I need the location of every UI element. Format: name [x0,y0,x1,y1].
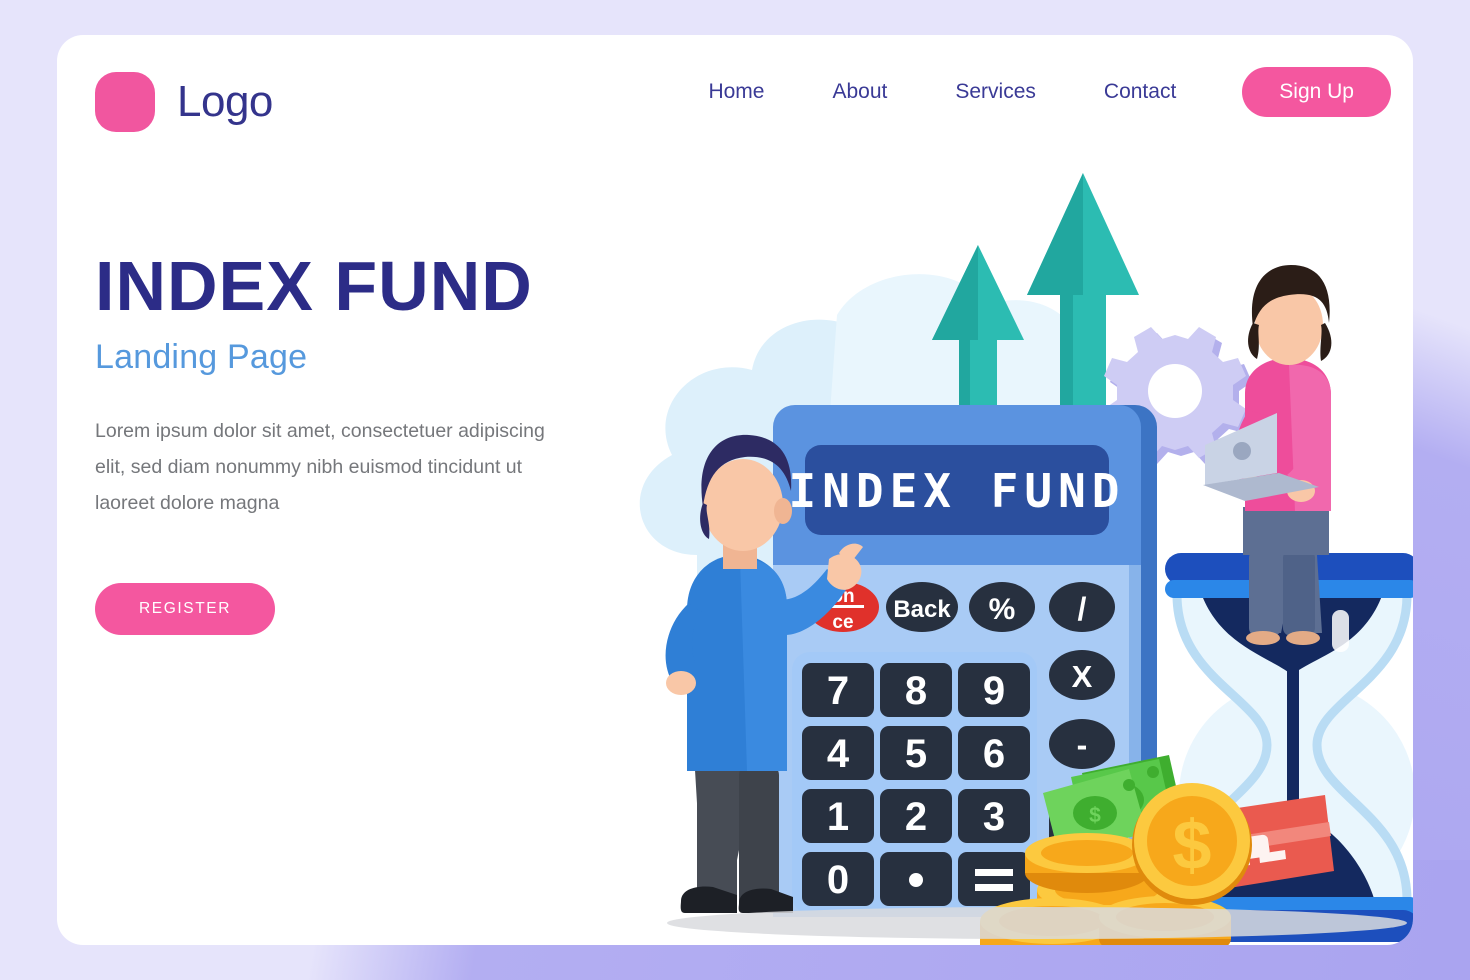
svg-text:8: 8 [905,669,927,713]
svg-text:0: 0 [827,858,849,902]
landing-page-card: Logo Home About Services Contact Sign Up… [57,35,1413,945]
ground-shadow [667,907,1407,939]
svg-text:Back: Back [893,596,951,623]
brand-logo[interactable]: Logo [95,72,273,132]
page-canvas: Logo Home About Services Contact Sign Up… [0,0,1470,980]
page-title: INDEX FUND [95,247,533,325]
page-subtitle: Landing Page [95,337,308,376]
svg-text:6: 6 [983,732,1005,776]
calculator-display-text: INDEX FUND [789,464,1126,518]
svg-text:2: 2 [905,795,927,839]
svg-text:9: 9 [983,669,1005,713]
sign-up-button[interactable]: Sign Up [1242,67,1391,117]
hero-paragraph: Lorem ipsum dolor sit amet, consectetuer… [95,419,545,514]
nav-item-home[interactable]: Home [674,80,798,104]
dollar-coin: $ [1132,783,1252,905]
nav-item-contact[interactable]: Contact [1070,80,1210,104]
svg-text:%: % [989,593,1016,626]
nav-item-services[interactable]: Services [921,80,1070,104]
svg-text:ce: ce [832,612,853,633]
svg-text:-: - [1077,727,1088,763]
main-navigation: Home About Services Contact Sign Up [674,67,1391,117]
svg-text:1: 1 [827,795,849,839]
register-button[interactable]: REGISTER [95,582,276,635]
svg-text:$: $ [1173,806,1212,884]
svg-text:5: 5 [905,732,927,776]
svg-text:3: 3 [983,795,1005,839]
logo-mark-icon [95,72,155,132]
nav-item-about[interactable]: About [798,80,921,104]
site-header: Logo Home About Services Contact Sign Up [57,35,1413,165]
hero-illustration: INDEX FUND on ce Back % / X - 7 8 9 4 5 … [577,155,1413,945]
logo-text: Logo [177,77,273,126]
svg-text:7: 7 [827,669,849,713]
svg-text:/: / [1078,591,1087,627]
svg-text:4: 4 [827,732,850,776]
hero-copy: INDEX FUND Landing Page Lorem ipsum dolo… [95,247,615,635]
svg-text:$: $ [1089,804,1101,827]
svg-text:X: X [1072,659,1093,694]
